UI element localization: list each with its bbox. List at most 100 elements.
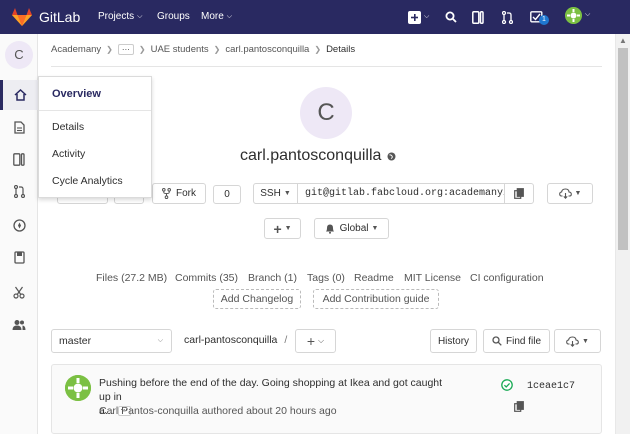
new-item-dropdown[interactable]: + ▼ xyxy=(264,218,301,239)
rocket-circle-icon xyxy=(12,218,26,232)
flyout-divider xyxy=(39,110,151,111)
find-file-button-label: Find file xyxy=(505,335,541,347)
chevron-down-icon: ⌵ xyxy=(424,13,430,20)
search-button[interactable] xyxy=(445,10,457,24)
chevron-right-icon: ❯ xyxy=(314,45,322,54)
plus-square-icon xyxy=(408,10,421,24)
copy-url-button[interactable] xyxy=(504,183,534,204)
breadcrumb-project[interactable]: carl.pantosconquilla xyxy=(225,44,309,55)
breadcrumb-more-button[interactable]: ⋯ xyxy=(117,44,134,55)
breadcrumb-root[interactable]: Academany xyxy=(51,44,101,55)
add-contribution-guide-button[interactable]: Add Contribution guide xyxy=(313,289,439,309)
clone-protocol-dropdown[interactable]: SSH ▼ xyxy=(253,183,298,204)
stat-branch-link[interactable]: Branch (1) xyxy=(248,272,297,284)
stat-commits-link[interactable]: Commits (35) xyxy=(175,272,238,284)
sidebar-item-wiki[interactable] xyxy=(0,242,38,272)
find-file-button[interactable]: Find file xyxy=(483,329,550,353)
caret-down-icon: ▼ xyxy=(283,190,291,197)
flyout-item-activity[interactable]: Activity xyxy=(52,148,85,160)
identicon-icon xyxy=(65,375,91,401)
history-button-label: History xyxy=(437,335,470,347)
breadcrumb-group[interactable]: UAE students xyxy=(151,44,209,55)
scroll-up-arrow-icon[interactable]: ▲ xyxy=(619,36,627,45)
stat-tags-link[interactable]: Tags (0) xyxy=(307,272,345,284)
todos-button[interactable]: 1 xyxy=(530,10,549,25)
branch-select[interactable]: master ⌵ xyxy=(51,329,172,353)
sidebar-item-overview[interactable] xyxy=(0,80,38,110)
scrollbar-thumb[interactable] xyxy=(618,48,628,250)
notification-dropdown[interactable]: Global ▼ xyxy=(314,218,389,239)
path-separator: / xyxy=(284,334,288,346)
todos-count-badge: 1 xyxy=(539,14,549,25)
stat-files-link[interactable]: Files (27.2 MB) xyxy=(96,272,167,284)
fork-button[interactable]: Fork xyxy=(152,183,206,204)
search-icon xyxy=(445,11,457,23)
stat-license-link[interactable]: MIT License xyxy=(404,272,461,284)
stat-ci-config-link[interactable]: CI configuration xyxy=(470,272,544,284)
breadcrumb-divider xyxy=(51,66,602,67)
sidebar-item-merge-requests[interactable] xyxy=(0,176,38,206)
chevron-down-icon: ⌵ xyxy=(137,12,143,20)
users-icon xyxy=(12,320,26,330)
user-menu[interactable]: ⌵ xyxy=(565,6,590,24)
repo-path: carl-pantosconquilla / xyxy=(184,334,287,346)
fork-icon xyxy=(162,188,171,199)
issues-button[interactable] xyxy=(472,10,484,24)
stat-readme-link[interactable]: Readme xyxy=(354,272,394,284)
issues-icon xyxy=(472,10,484,24)
download-source-dropdown[interactable]: ▼ xyxy=(554,329,601,353)
clone-url-input[interactable]: git@gitlab.fabcloud.org:academany/fabaca… xyxy=(297,183,505,204)
gitlab-logo[interactable]: GitLab xyxy=(12,8,80,26)
copy-sha-icon[interactable] xyxy=(514,401,524,412)
chevron-right-icon: ❯ xyxy=(106,45,113,54)
sidebar-item-ci-cd[interactable] xyxy=(0,210,38,240)
caret-down-icon: ▼ xyxy=(574,190,582,197)
cloud-download-icon xyxy=(558,188,572,199)
breadcrumb: Academany ❯ ⋯ ❯ UAE students ❯ carl.pant… xyxy=(51,44,355,55)
commit-message-line-1[interactable]: Pushing before the end of the day. Going… xyxy=(99,377,442,403)
breadcrumb-current: Details xyxy=(326,44,356,55)
new-dropdown[interactable]: ⌵ xyxy=(408,10,429,24)
fork-count[interactable]: 0 xyxy=(213,185,241,204)
sidebar-item-issues[interactable] xyxy=(0,144,38,174)
clipboard-icon xyxy=(514,188,524,199)
chevron-down-icon: ⌵ xyxy=(226,12,233,20)
sidebar-project-avatar[interactable]: C xyxy=(5,41,33,69)
gitlab-wordmark: GitLab xyxy=(39,9,81,25)
plus-icon: + xyxy=(273,220,282,237)
chevron-right-icon: ❯ xyxy=(138,45,146,54)
sidebar-item-repository[interactable] xyxy=(0,112,38,142)
nav-projects-label: Projects xyxy=(98,11,135,22)
sidebar-item-members[interactable] xyxy=(0,310,38,340)
document-icon xyxy=(13,120,25,134)
commit-author-avatar[interactable] xyxy=(65,375,91,401)
history-button[interactable]: History xyxy=(430,329,477,353)
user-avatar xyxy=(565,6,582,24)
repo-path-root[interactable]: carl-pantosconquilla xyxy=(184,334,277,346)
chevron-down-icon: ⌵ xyxy=(318,336,325,345)
branch-select-value: master xyxy=(59,335,92,347)
caret-down-icon: ▼ xyxy=(582,337,589,345)
add-to-tree-dropdown[interactable]: + ⌵ xyxy=(295,329,336,353)
flyout-title-overview[interactable]: Overview xyxy=(52,88,101,100)
add-changelog-button[interactable]: Add Changelog xyxy=(213,289,301,309)
nav-groups[interactable]: Groups xyxy=(157,11,190,22)
clone-protocol-label: SSH xyxy=(260,188,281,199)
top-navbar: GitLab Projects ⌵ Groups More ⌵ ⌵ 1 ⌵ xyxy=(0,0,630,34)
pipeline-passed-icon[interactable] xyxy=(501,379,513,391)
download-dropdown[interactable]: ▼ xyxy=(547,183,593,204)
sidebar-item-snippets[interactable] xyxy=(0,277,38,307)
nav-projects[interactable]: Projects ⌵ xyxy=(98,11,142,22)
cloud-download-icon xyxy=(566,335,579,347)
nav-more[interactable]: More ⌵ xyxy=(201,11,232,22)
flyout-item-details[interactable]: Details xyxy=(52,121,84,133)
commit-sha[interactable]: 1ceae1c7 xyxy=(527,381,575,392)
merge-request-icon xyxy=(502,10,513,24)
merge-request-icon xyxy=(13,184,25,198)
flyout-item-cycle-analytics[interactable]: Cycle Analytics xyxy=(52,175,123,187)
overview-flyout-menu: Overview Details Activity Cycle Analytic… xyxy=(38,76,152,198)
merge-requests-button[interactable] xyxy=(502,10,513,24)
notification-level-label: Global xyxy=(339,223,369,234)
page-scrollbar[interactable]: ▲ xyxy=(615,34,630,434)
home-icon xyxy=(14,89,27,101)
